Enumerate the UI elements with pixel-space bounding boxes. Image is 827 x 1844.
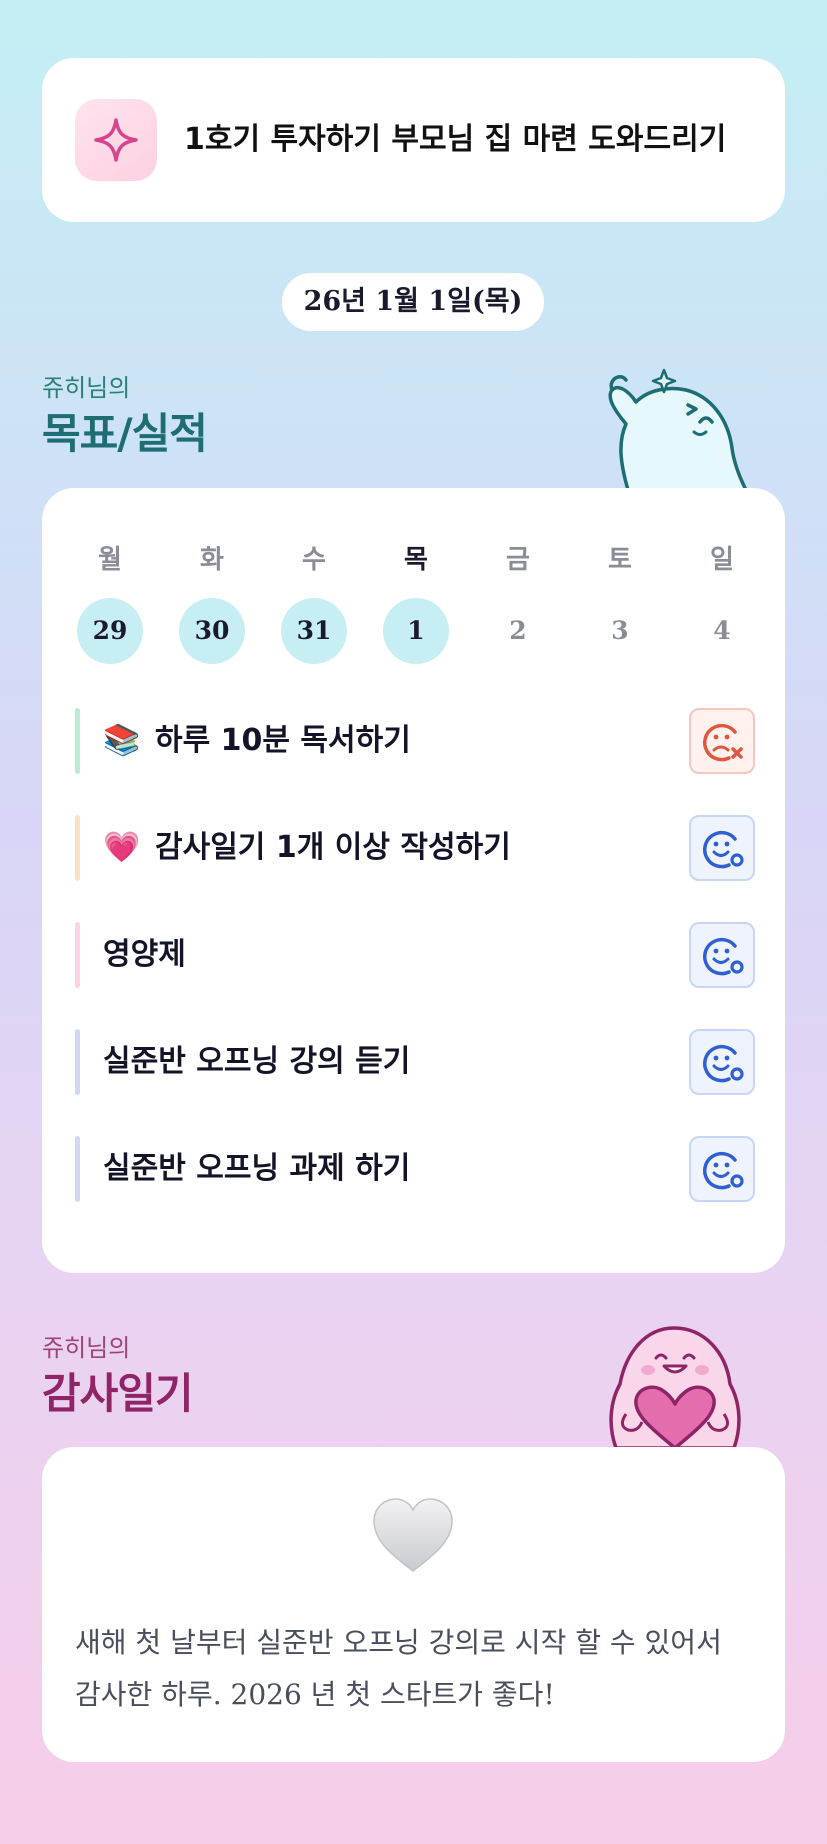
weekday-sun[interactable]: 일 4 bbox=[687, 540, 757, 664]
task-text: 하루 10분 독서하기 bbox=[155, 723, 411, 758]
weekday-sat[interactable]: 토 3 bbox=[585, 540, 655, 664]
goals-section-subtitle: 쥬히님의 bbox=[42, 374, 131, 402]
task-label: 💗 감사일기 1개 이상 작성하기 bbox=[103, 815, 511, 881]
weekday-date: 3 bbox=[611, 616, 629, 645]
white-heart-icon bbox=[373, 1498, 453, 1572]
weekday-fri[interactable]: 금 2 bbox=[483, 540, 553, 664]
task-status-ok-button[interactable] bbox=[689, 1136, 755, 1202]
smile-face-check-icon bbox=[703, 937, 744, 976]
weekday-label: 금 bbox=[506, 545, 530, 575]
task-item[interactable]: 💗 감사일기 1개 이상 작성하기 bbox=[75, 815, 755, 881]
weekday-thu[interactable]: 목 1 bbox=[381, 540, 451, 664]
task-status-ok-button[interactable] bbox=[689, 815, 755, 881]
task-text: 실준반 오프닝 강의 듣기 bbox=[103, 1044, 411, 1079]
sad-face-x-icon bbox=[703, 723, 743, 762]
goals-section-title: 목표/실적 bbox=[42, 409, 208, 458]
weekday-date: 31 bbox=[281, 598, 347, 664]
gratitude-section-title: 감사일기 bbox=[42, 1369, 194, 1418]
task-color-bar bbox=[75, 922, 80, 988]
task-item[interactable]: 📚 하루 10분 독서하기 bbox=[75, 708, 755, 774]
task-text: 실준반 오프닝 과제 하기 bbox=[103, 1151, 411, 1186]
smile-face-check-icon bbox=[703, 830, 744, 869]
task-text: 감사일기 1개 이상 작성하기 bbox=[155, 830, 511, 865]
weekday-label: 수 bbox=[302, 545, 326, 575]
weekday-label: 목 bbox=[404, 545, 428, 575]
task-item[interactable]: 영양제 bbox=[75, 922, 755, 988]
sparkle-icon bbox=[75, 99, 157, 181]
date-selector[interactable]: 26년 1월 1일(목) bbox=[282, 273, 544, 331]
weekday-date: 30 bbox=[179, 598, 245, 664]
task-color-bar bbox=[75, 1029, 80, 1095]
pink-heart-icon: 💗 bbox=[103, 830, 141, 865]
weekday-label: 화 bbox=[200, 545, 224, 575]
weekday-date: 2 bbox=[509, 616, 527, 645]
gratitude-card[interactable]: 새해 첫 날부터 실준반 오프닝 강의로 시작 할 수 있어서 감사한 하루. … bbox=[42, 1447, 785, 1762]
smile-face-check-icon bbox=[703, 1044, 744, 1083]
weekday-date: 4 bbox=[713, 616, 731, 645]
task-color-bar bbox=[75, 708, 80, 774]
pink-character-icon bbox=[609, 1326, 741, 1448]
gratitude-section-subtitle: 쥬히님의 bbox=[42, 1334, 131, 1362]
weekday-label: 월 bbox=[98, 545, 122, 575]
weekday-tue[interactable]: 화 30 bbox=[177, 540, 247, 664]
goals-card: 월 29 화 30 수 31 목 1 금 2 토 3 일 4 📚 하루 10분 … bbox=[42, 488, 785, 1273]
task-color-bar bbox=[75, 815, 80, 881]
books-icon: 📚 bbox=[103, 723, 141, 758]
task-item[interactable]: 실준반 오프닝 강의 듣기 bbox=[75, 1029, 755, 1095]
main-goal-title: 1호기 투자하기 부모님 집 마련 도와드리기 bbox=[184, 122, 727, 157]
weekday-date: 1 bbox=[383, 598, 449, 664]
weekday-wed[interactable]: 수 31 bbox=[279, 540, 349, 664]
task-status-ok-button[interactable] bbox=[689, 1029, 755, 1095]
task-status-ok-button[interactable] bbox=[689, 922, 755, 988]
task-item[interactable]: 실준반 오프닝 과제 하기 bbox=[75, 1136, 755, 1202]
weekday-date: 29 bbox=[77, 598, 143, 664]
task-color-bar bbox=[75, 1136, 80, 1202]
task-text: 영양제 bbox=[103, 937, 186, 972]
smile-face-check-icon bbox=[703, 1151, 744, 1190]
weekday-label: 토 bbox=[608, 545, 632, 575]
weekday-label: 일 bbox=[710, 545, 734, 575]
task-status-fail-button[interactable] bbox=[689, 708, 755, 774]
gratitude-entry-text: 새해 첫 날부터 실준반 오프닝 강의로 시작 할 수 있어서 감사한 하루. … bbox=[75, 1626, 722, 1711]
weekday-mon[interactable]: 월 29 bbox=[75, 540, 145, 664]
task-label: 📚 하루 10분 독서하기 bbox=[103, 708, 411, 774]
mint-character-icon bbox=[608, 368, 748, 490]
main-goal-card[interactable]: 1호기 투자하기 부모님 집 마련 도와드리기 bbox=[42, 58, 785, 222]
